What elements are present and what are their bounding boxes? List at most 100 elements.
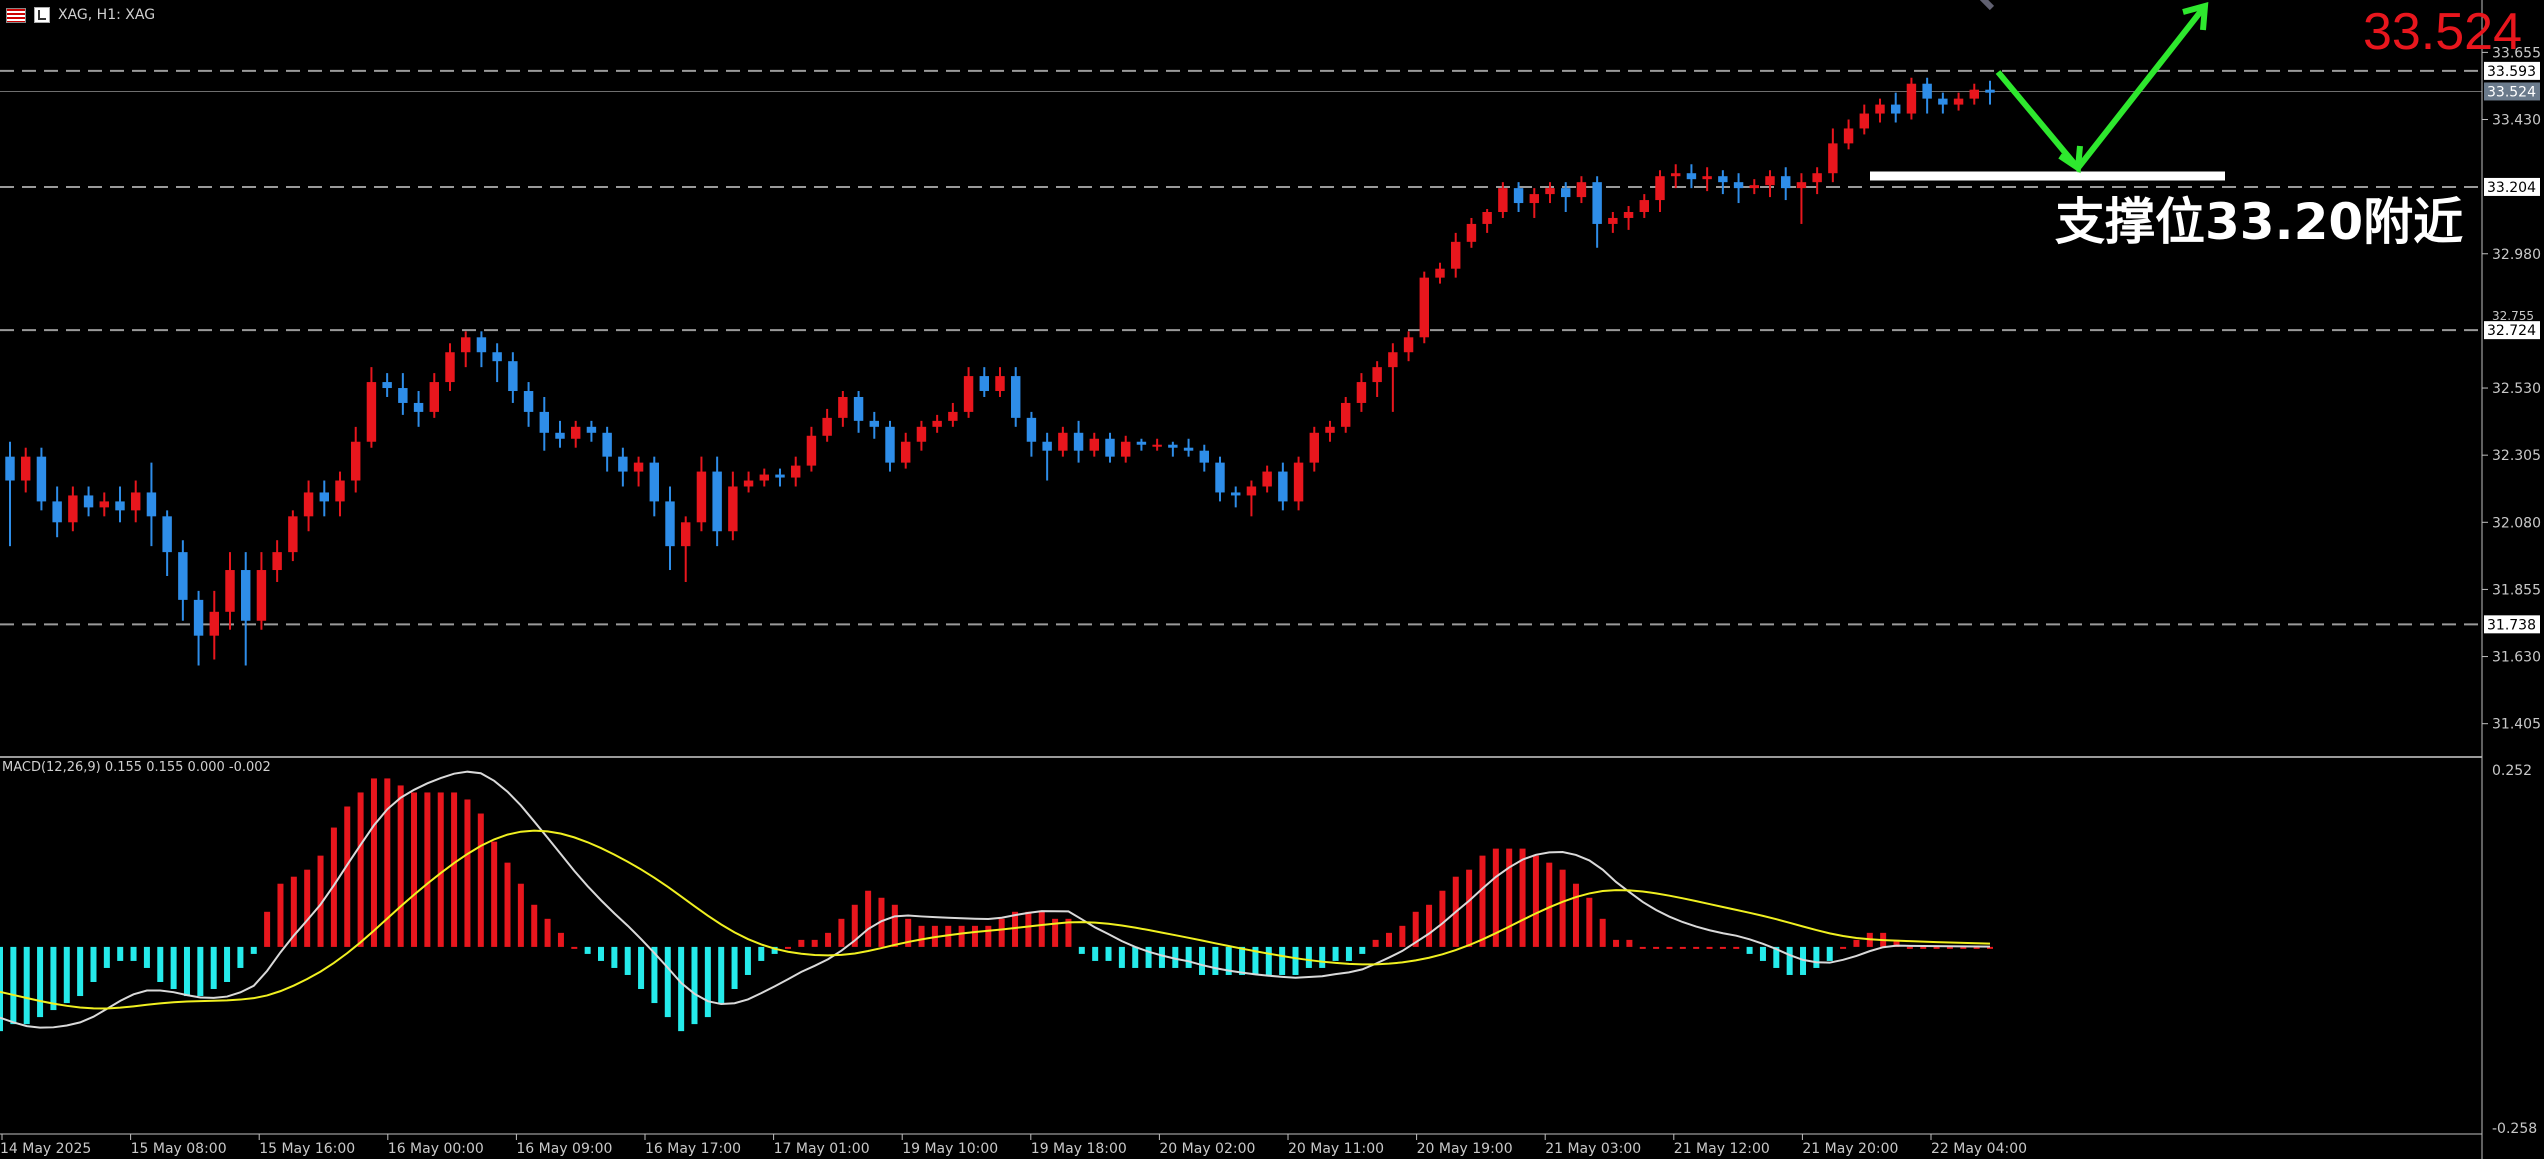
candle-body [1356, 382, 1367, 403]
candle [1231, 486, 1241, 508]
macd-histogram-bar [63, 946, 70, 1004]
candle [539, 396, 549, 451]
candle [429, 373, 439, 418]
candle-body [1623, 212, 1634, 218]
candle-body [1938, 98, 1948, 105]
candle-body [1388, 352, 1398, 368]
macd-histogram-bar [638, 946, 645, 990]
macd-histogram-bar [1613, 939, 1620, 947]
candle-body [571, 426, 581, 439]
candle-body [1843, 128, 1854, 144]
macd-histogram-bar [250, 946, 257, 954]
macd-histogram-bar [1733, 946, 1740, 949]
candle-body [995, 376, 1005, 392]
macd-histogram-bar [1746, 946, 1753, 954]
candle-body [319, 492, 329, 502]
candle-body [618, 456, 628, 472]
candle [1608, 212, 1618, 233]
candle-body [1262, 471, 1272, 487]
candle [1671, 164, 1681, 189]
candle [351, 426, 361, 493]
macd-histogram-bar [197, 946, 204, 997]
candle [1403, 331, 1414, 362]
candle [1529, 188, 1539, 218]
macd-histogram-bar [1078, 946, 1085, 954]
macd-histogram-bar [344, 806, 351, 947]
candle-body [853, 396, 864, 421]
candle [36, 447, 47, 511]
candle-body [193, 599, 204, 636]
macd-histogram-bar [50, 946, 57, 1011]
candle [1985, 80, 1995, 105]
candle-body [1765, 176, 1775, 186]
candle-body [256, 570, 267, 621]
candle-body [1781, 176, 1791, 189]
candle [1686, 164, 1697, 189]
candle-body [99, 501, 109, 508]
candle-body [665, 501, 675, 547]
candle [743, 471, 754, 493]
macd-histogram-bar [1572, 883, 1579, 947]
macd-histogram-bar [971, 925, 978, 947]
candle [633, 456, 644, 487]
macd-histogram-bar [718, 946, 725, 1004]
macd-histogram-bar [704, 946, 711, 1018]
candle [1576, 176, 1587, 204]
macd-histogram-bar [491, 841, 498, 947]
price-level-label: 32.724 [2487, 323, 2536, 339]
macd-histogram-bar [744, 946, 751, 975]
candle-body [131, 492, 141, 511]
candle-body [209, 611, 219, 636]
price-tick-label: 32.305 [2492, 448, 2541, 464]
candle-body [241, 570, 251, 621]
candle [1623, 206, 1634, 230]
candle [618, 447, 628, 487]
candle-body [1309, 432, 1319, 463]
macd-histogram-bar [1185, 946, 1192, 968]
candle [523, 382, 534, 427]
time-tick-label: 16 May 09:00 [516, 1141, 612, 1157]
candle [979, 367, 989, 397]
candle-body [1058, 432, 1068, 451]
macd-histogram-bar [504, 862, 511, 947]
candle-body [963, 376, 974, 412]
macd-histogram-bar [370, 778, 377, 947]
candle [1718, 170, 1728, 195]
candle [461, 331, 471, 368]
candle [1278, 462, 1288, 511]
macd-histogram-bar [1132, 946, 1139, 968]
candle-body [539, 411, 549, 433]
macd-histogram-bar [664, 946, 671, 1018]
macd-histogram-bar [1559, 869, 1566, 947]
price-level-label: 33.524 [2487, 84, 2536, 100]
candle-body [1341, 402, 1351, 427]
candle-body [1325, 426, 1335, 433]
candle [5, 441, 15, 547]
macd-indicator-label: MACD(12,26,9) 0.155 0.155 0.000 -0.002 [2, 760, 271, 775]
macd-histogram-bar [1105, 946, 1112, 961]
time-tick-label: 20 May 11:00 [1288, 1141, 1384, 1157]
candle-body [1953, 98, 1964, 105]
macd-histogram-bar [1599, 918, 1606, 947]
candle-body [586, 426, 597, 433]
candle [649, 456, 659, 517]
macd-histogram-bar [1546, 862, 1553, 947]
candle-body [1183, 447, 1194, 451]
candle-body [1671, 173, 1681, 177]
candle [1372, 361, 1382, 397]
macd-histogram-bar [998, 918, 1005, 947]
time-tick-label: 20 May 02:00 [1159, 1141, 1255, 1157]
macd-axis-min: -0.258 [2492, 1121, 2537, 1137]
candle-body [759, 474, 769, 481]
macd-histogram-bar [1853, 939, 1860, 947]
macd-histogram-bar [183, 946, 190, 997]
candle-body [146, 492, 157, 517]
price-chart[interactable]: 33.65533.43032.98032.53032.30532.08031.8… [0, 0, 2544, 1159]
price-level-label: 33.204 [2487, 180, 2536, 196]
candle [1796, 173, 1807, 224]
candle [1215, 456, 1225, 502]
candle-body [602, 432, 612, 457]
candle [869, 411, 879, 439]
candle-body [1796, 182, 1807, 189]
candle [838, 391, 848, 427]
